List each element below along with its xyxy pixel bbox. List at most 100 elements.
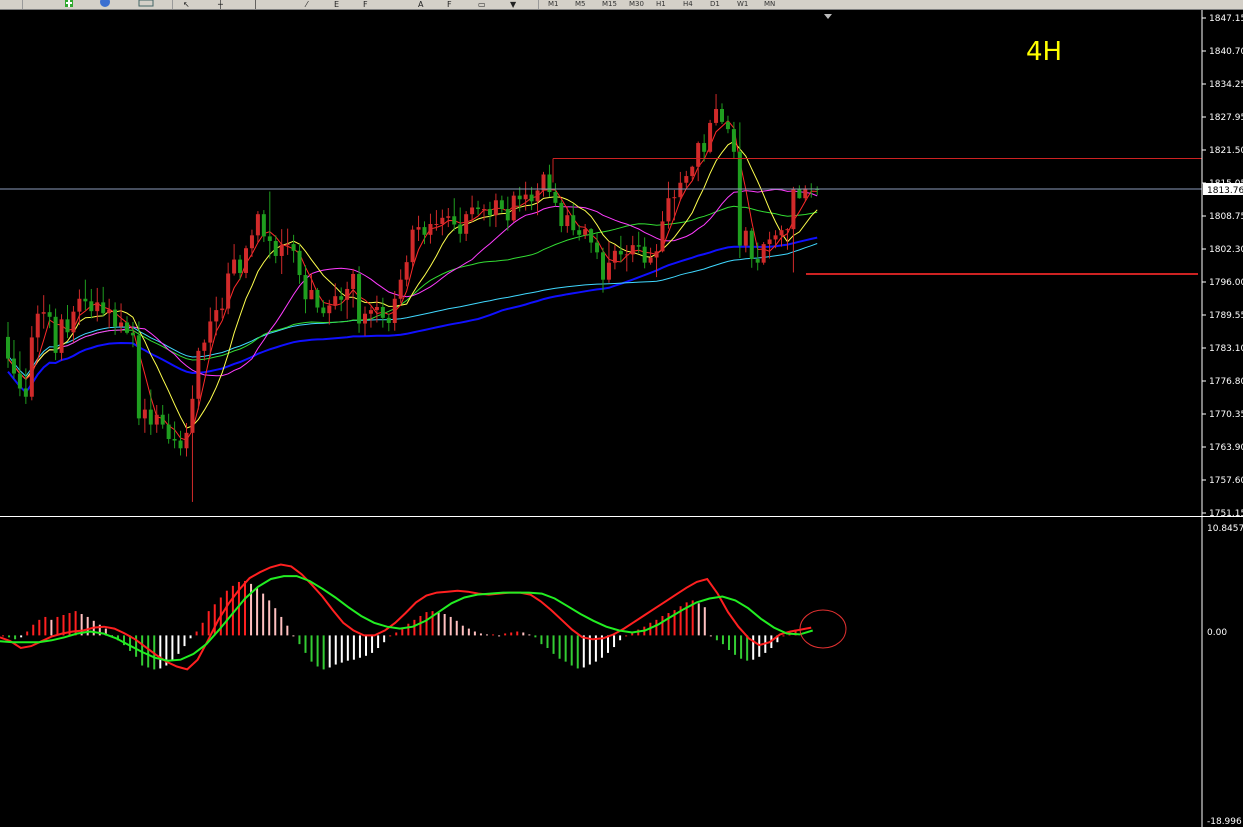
candle-body	[11, 358, 16, 374]
candle-body	[720, 109, 724, 122]
price-axis-label: 1802.30	[1209, 245, 1243, 255]
candle-body	[392, 298, 397, 323]
candle-body	[351, 274, 356, 289]
candle-body	[89, 301, 94, 312]
candle-body	[154, 414, 159, 425]
timeframe-button-m30[interactable]: M30	[629, 0, 644, 8]
histogram-bar	[455, 620, 458, 636]
candle-body	[232, 259, 237, 274]
histogram-bar	[558, 635, 561, 659]
histogram-bar	[292, 635, 295, 637]
histogram-bar	[189, 635, 192, 639]
candle-body	[119, 322, 124, 327]
candle-body	[446, 216, 451, 218]
timeframe-button-w1[interactable]: W1	[737, 0, 748, 8]
candle-body	[196, 350, 201, 399]
candle-body	[29, 337, 34, 397]
candle-body	[702, 143, 707, 152]
indicator-axis-max: 10.8457	[1207, 524, 1243, 534]
candle-body	[482, 209, 486, 211]
histogram-bar	[346, 635, 349, 661]
candle-body	[630, 245, 635, 255]
candle-body	[618, 250, 623, 255]
candle-body	[690, 166, 695, 177]
histogram-bar	[14, 635, 17, 640]
candle-body	[714, 109, 719, 123]
histogram-bar	[213, 604, 216, 636]
candle-body	[380, 307, 385, 318]
indicator-slow-line	[0, 575, 813, 662]
cursor-icon[interactable]: ↖	[183, 0, 195, 9]
timeframe-button-h1[interactable]: H1	[656, 0, 666, 8]
price-axis-label: 1834.25	[1209, 80, 1243, 90]
histogram-bar	[316, 635, 319, 667]
timeframe-button-mn[interactable]: MN	[764, 0, 775, 8]
timeframe-button-h4[interactable]: H4	[683, 0, 693, 8]
timeframe-button-d1[interactable]: D1	[710, 0, 720, 8]
candle-body	[53, 316, 58, 353]
candle-body	[773, 235, 778, 240]
candle-body	[440, 217, 445, 224]
candle-body	[785, 229, 790, 231]
indicator-lines	[0, 563, 813, 671]
candle-body	[172, 439, 177, 441]
histogram-bar	[715, 635, 718, 641]
shapes-icon[interactable]: F	[363, 0, 379, 9]
autotrading-icon[interactable]	[98, 0, 112, 9]
candle-body	[553, 192, 558, 203]
candle-body	[595, 242, 600, 253]
candle-body	[125, 322, 129, 333]
histogram-bar	[32, 624, 35, 636]
chevron-down-icon[interactable]: ▼	[510, 0, 522, 9]
indicator-pane[interactable]: 10.8457 0.00 -18.996	[0, 524, 1243, 827]
histogram-bar	[8, 635, 11, 638]
label-icon[interactable]: F	[447, 0, 463, 9]
histogram-bar	[425, 612, 428, 636]
line-icon[interactable]: │	[253, 0, 265, 9]
candle-body	[136, 335, 141, 419]
price-axis[interactable]: 1847.151840.701834.251827.951821.501815.…	[1201, 9, 1243, 827]
price-pane[interactable]: 4H	[0, 9, 1202, 515]
histogram-bar	[244, 580, 246, 636]
candle-body	[363, 313, 367, 324]
timeframe-button-m15[interactable]: M15	[602, 0, 617, 8]
candle-body	[601, 252, 605, 280]
chart-stage: 4H 1847.15 1840.70 1834.25 1827.95 1821.50 18…	[0, 9, 1243, 827]
indicator-axis-min: -18.996	[1207, 817, 1242, 827]
candle-body	[160, 414, 165, 425]
candle-body	[398, 279, 403, 299]
histogram-bar	[552, 635, 555, 654]
histogram-bar	[183, 635, 186, 647]
arrow-icon[interactable]: ▭	[478, 0, 492, 9]
crosshair-icon[interactable]: ┼	[218, 0, 230, 9]
histogram-bar	[352, 635, 355, 660]
text-icon[interactable]: A	[418, 0, 430, 9]
candle-body	[654, 251, 659, 258]
histogram-bar	[407, 623, 410, 636]
timeframe-button-m1[interactable]: M1	[548, 0, 559, 8]
histogram-bar	[147, 635, 150, 668]
fibo-icon[interactable]: E	[334, 0, 350, 9]
histogram-bar	[26, 631, 29, 636]
histogram-bar	[44, 616, 47, 636]
histogram-bar	[467, 628, 470, 636]
histogram-bar	[304, 635, 307, 653]
candle-body	[374, 307, 379, 311]
trendline-icon[interactable]: ⁄	[306, 0, 318, 9]
histogram-bar	[734, 635, 737, 655]
histogram-bar	[473, 631, 476, 636]
candle-body	[220, 308, 225, 311]
histogram-bar	[207, 611, 210, 636]
candle-body	[470, 207, 475, 215]
histogram-bar	[413, 619, 416, 636]
candle-body	[523, 194, 528, 200]
candle-body	[23, 388, 28, 397]
candle-body	[178, 440, 183, 449]
histogram-bar	[310, 635, 313, 662]
histogram-bar	[286, 625, 289, 636]
new-order-icon[interactable]	[62, 0, 76, 9]
history-icon[interactable]	[138, 0, 154, 9]
histogram-bar	[516, 631, 519, 636]
timeframe-button-m5[interactable]: M5	[575, 0, 586, 8]
candle-body	[267, 236, 272, 242]
